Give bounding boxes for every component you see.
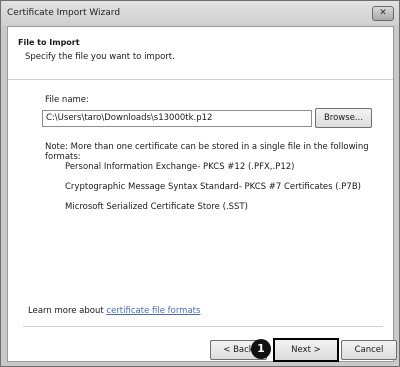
browse-button[interactable]: Browse... (315, 108, 372, 128)
certificate-formats-link[interactable]: certificate file formats (106, 306, 200, 316)
file-name-label: File name: (45, 95, 89, 105)
cancel-button[interactable]: Cancel (341, 340, 397, 360)
page-title: File to Import (18, 38, 80, 47)
learn-more-prefix: Learn more about (28, 306, 107, 316)
page-subtitle: Specify the file you want to import. (25, 52, 175, 62)
wizard-window: Certificate Import Wizard ✕ File to Impo… (0, 0, 400, 367)
title-bar: Certificate Import Wizard ✕ (1, 1, 399, 26)
learn-more-text: Learn more about certificate file format… (28, 306, 200, 316)
format-item: Cryptographic Message Syntax Standard- P… (65, 182, 361, 192)
step-marker-badge: 1 (251, 339, 271, 359)
footer-divider (23, 326, 383, 327)
wizard-header: File to Import Specify the file you want… (8, 27, 393, 80)
format-item: Personal Information Exchange- PKCS #12 … (65, 162, 295, 172)
wizard-content: File to Import Specify the file you want… (7, 26, 397, 362)
window-title: Certificate Import Wizard (7, 8, 121, 18)
format-item: Microsoft Serialized Certificate Store (… (65, 202, 248, 212)
close-button[interactable]: ✕ (372, 6, 394, 21)
file-name-input[interactable] (42, 110, 312, 127)
next-button[interactable]: Next > (273, 338, 339, 362)
formats-note: Note: More than one certificate can be s… (45, 142, 369, 162)
